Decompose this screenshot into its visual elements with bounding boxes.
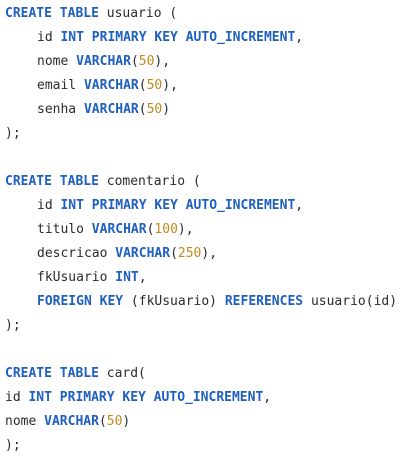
sql-number: 50 xyxy=(146,102,163,117)
sql-keyword: VARCHAR xyxy=(44,414,99,429)
sql-text: ), xyxy=(162,78,178,93)
sql-text: ), xyxy=(154,54,171,69)
code-line: CREATE TABLE card( xyxy=(5,362,417,386)
sql-text: email xyxy=(37,78,84,93)
code-line: id INT PRIMARY KEY AUTO_INCREMENT, xyxy=(5,386,417,410)
sql-text: , xyxy=(295,30,304,45)
sql-keyword: REFERENCES xyxy=(224,294,304,309)
sql-text: id xyxy=(37,30,61,45)
sql-text: senha xyxy=(37,102,84,117)
sql-text: fkUsuario xyxy=(37,270,116,285)
sql-text: ) xyxy=(162,102,171,117)
sql-number: 250 xyxy=(177,246,202,261)
sql-text: ( xyxy=(170,246,178,261)
code-line: titulo VARCHAR(100), xyxy=(5,218,417,242)
sql-keyword: VARCHAR xyxy=(115,246,171,261)
sql-text: id xyxy=(5,390,29,405)
sql-text: usuario ( xyxy=(98,6,178,21)
sql-text: id xyxy=(37,198,61,213)
sql-text: , xyxy=(138,270,147,285)
code-line: nome VARCHAR(50) xyxy=(5,410,417,434)
sql-text: ( xyxy=(98,414,107,429)
sql-text: card( xyxy=(98,366,146,381)
sql-text: descricao xyxy=(37,246,116,261)
sql-text: ), xyxy=(201,246,218,261)
sql-keyword: INT PRIMARY KEY AUTO_INCREMENT xyxy=(28,390,264,405)
code-line: nome VARCHAR(50), xyxy=(5,50,417,74)
sql-keyword: INT PRIMARY KEY AUTO_INCREMENT xyxy=(60,198,296,213)
sql-keyword: INT xyxy=(115,270,139,285)
sql-number: 50 xyxy=(106,414,123,429)
code-line: FOREIGN KEY (fkUsuario) REFERENCES usuar… xyxy=(5,290,417,314)
sql-keyword: VARCHAR xyxy=(83,78,139,93)
sql-text: , xyxy=(263,390,272,405)
sql-keyword: CREATE TABLE xyxy=(5,6,99,21)
sql-keyword: INT PRIMARY KEY AUTO_INCREMENT xyxy=(60,30,296,45)
sql-keyword: CREATE TABLE xyxy=(5,174,99,189)
sql-text: (fkUsuario) xyxy=(123,294,225,309)
sql-keyword: CREATE TABLE xyxy=(5,366,99,381)
sql-text: ); xyxy=(5,126,21,141)
sql-keyword: VARCHAR xyxy=(76,54,131,69)
sql-text: ); xyxy=(5,438,21,453)
sql-number: 50 xyxy=(146,78,163,93)
sql-code-view: CREATE TABLE usuario (id INT PRIMARY KEY… xyxy=(0,0,417,459)
code-line: ); xyxy=(5,314,417,338)
sql-keyword: VARCHAR xyxy=(91,222,147,237)
code-line: descricao VARCHAR(250), xyxy=(5,242,417,266)
sql-text: ( xyxy=(130,54,139,69)
sql-text: comentario ( xyxy=(98,174,201,189)
sql-text: , xyxy=(295,198,304,213)
code-line: senha VARCHAR(50) xyxy=(5,98,417,122)
sql-number: 100 xyxy=(154,222,178,237)
sql-number: 50 xyxy=(138,54,155,69)
code-line: fkUsuario INT, xyxy=(5,266,417,290)
sql-text: ), xyxy=(177,222,194,237)
sql-text: ) xyxy=(122,414,131,429)
sql-text: titulo xyxy=(37,222,92,237)
sql-keyword: VARCHAR xyxy=(83,102,139,117)
code-line: id INT PRIMARY KEY AUTO_INCREMENT, xyxy=(5,26,417,50)
sql-text: ( xyxy=(138,102,147,117)
sql-text: ( xyxy=(138,78,147,93)
code-line: email VARCHAR(50), xyxy=(5,74,417,98)
code-line: id INT PRIMARY KEY AUTO_INCREMENT, xyxy=(5,194,417,218)
code-line: ); xyxy=(5,434,417,458)
sql-text: ); xyxy=(5,318,21,333)
code-line: ); xyxy=(5,122,417,146)
sql-keyword: FOREIGN KEY xyxy=(37,294,124,309)
sql-text: nome xyxy=(5,414,45,429)
sql-text: usuario(id) xyxy=(303,294,398,309)
sql-text: nome xyxy=(37,54,77,69)
code-line: CREATE TABLE usuario ( xyxy=(5,2,417,26)
code-line: CREATE TABLE comentario ( xyxy=(5,170,417,194)
